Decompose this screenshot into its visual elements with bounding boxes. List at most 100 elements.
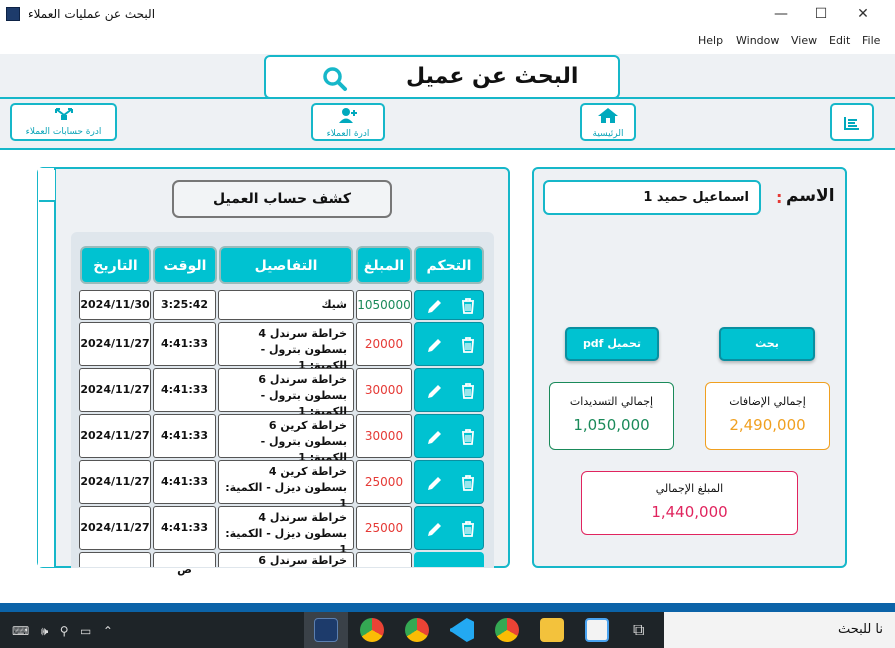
chrome-icon[interactable] <box>495 618 519 642</box>
cell-time <box>153 552 216 567</box>
menu-help[interactable]: Help <box>698 34 723 47</box>
cell-time: 4:41:33 ص <box>153 322 216 392</box>
arrows-icon <box>54 108 73 120</box>
total-label: المبلغ الإجمالي <box>655 482 724 495</box>
cell-details: خراطة سرندل 6 بسطون ديزل <box>218 552 354 567</box>
additions-value: 2,490,000 <box>729 416 806 434</box>
cell-amount <box>356 552 412 567</box>
store-icon[interactable] <box>585 618 609 642</box>
cell-details: شيك <box>218 290 354 320</box>
cell-date: 2024/11/27 <box>79 506 151 550</box>
row-actions <box>414 414 484 458</box>
header-date: التاريخ <box>80 246 151 284</box>
cell-details: خراطة كرين 4 بسطون ديزل - الكمية: 1 <box>218 460 354 510</box>
edit-icon[interactable] <box>426 297 444 315</box>
nav-accounts-admin-label: ادرة حسابات العملاء <box>25 127 102 137</box>
close-button[interactable]: ✕ <box>851 4 875 24</box>
network-icon[interactable]: ⚲ <box>60 624 69 638</box>
cell-time: 3:25:42 ص <box>153 290 216 339</box>
header-time: الوقت <box>153 246 217 284</box>
row-actions <box>414 506 484 550</box>
list-icon <box>844 117 859 130</box>
cell-time: 4:41:33 ص <box>153 414 216 484</box>
nav-menu-button[interactable] <box>830 103 874 141</box>
cell-amount: 20000 <box>356 322 412 366</box>
battery-icon[interactable]: ▭ <box>80 624 91 638</box>
window-title: البحث عن عمليات العملاء <box>28 7 156 21</box>
edit-icon[interactable] <box>426 382 444 400</box>
app-taskbar-icon[interactable] <box>314 618 338 642</box>
nav-home[interactable]: الرئيسية <box>580 103 636 141</box>
delete-icon[interactable] <box>460 336 476 354</box>
row-actions <box>414 460 484 504</box>
additions-label: إجمالي الإضافات <box>729 395 806 408</box>
menu-edit[interactable]: Edit <box>829 34 850 47</box>
side-scrollbar-thumb[interactable] <box>39 170 55 202</box>
table-row-partial: خراطة سرندل 6 بسطون ديزل <box>71 552 494 567</box>
cell-amount: 30000 <box>356 414 412 458</box>
row-actions <box>414 368 484 412</box>
cell-date: 2024/11/27 <box>79 322 151 366</box>
taskbar-search[interactable]: نا للبحث <box>664 612 895 648</box>
cell-details: خراطة سرندل 6 بسطون بترول - الكمية: 1 <box>218 368 354 418</box>
chrome-profile-icon[interactable] <box>405 618 429 642</box>
cell-date: 2024/11/27 <box>79 460 151 504</box>
volume-icon[interactable]: 🕪 <box>41 624 49 638</box>
keyboard-icon[interactable]: ⌨ <box>12 624 29 638</box>
add-user-icon <box>339 108 357 123</box>
cell-date: 2024/11/27 <box>79 368 151 412</box>
task-view-icon[interactable]: ⧉ <box>633 620 644 640</box>
cell-date: 2024/11/27 <box>79 414 151 458</box>
search-icon <box>322 66 348 96</box>
edit-icon[interactable] <box>426 428 444 446</box>
name-colon: : <box>776 188 783 207</box>
background-window-strip <box>0 603 895 612</box>
file-explorer-icon[interactable] <box>540 618 564 642</box>
cell-date: 2024/11/30 <box>79 290 151 320</box>
header-details: التفاصيل <box>219 246 353 284</box>
cell-details: خراطة سرندل 4 بسطون بترول - الكمية: 1 <box>218 322 354 372</box>
edit-icon[interactable] <box>426 336 444 354</box>
cell-time: 4:41:33 ص <box>153 368 216 438</box>
delete-icon[interactable] <box>460 474 476 492</box>
delete-icon[interactable] <box>460 382 476 400</box>
cell-amount: 30000 <box>356 368 412 412</box>
delete-icon[interactable] <box>460 297 476 315</box>
name-label: الاسم <box>786 186 835 206</box>
minimize-button[interactable]: — <box>769 4 793 24</box>
app-icon <box>6 7 20 21</box>
header-amount: المبلغ <box>356 246 412 284</box>
row-actions <box>414 322 484 366</box>
menu-window[interactable]: Window <box>736 34 779 47</box>
total-card: المبلغ الإجمالي 1,440,000 <box>581 471 798 535</box>
nav-customers-admin[interactable]: ادرة العملاء <box>311 103 385 141</box>
cell-amount: 25000 <box>356 460 412 504</box>
nav-accounts-admin[interactable]: ادرة حسابات العملاء <box>10 103 117 141</box>
nav-home-label: الرئيسية <box>592 129 624 139</box>
cell-details: خراطة سرندل 4 بسطون ديزل - الكمية: 1 <box>218 506 354 556</box>
edit-icon[interactable] <box>426 474 444 492</box>
menu-file[interactable]: File <box>862 34 880 47</box>
side-scrollbar[interactable] <box>38 168 56 567</box>
cell-details: خراطة كرين 6 بسطون بترول - الكمية: 1 <box>218 414 354 464</box>
cell-time: 4:41:33 ص <box>153 460 216 530</box>
maximize-button[interactable]: ☐ <box>809 4 833 24</box>
delete-icon[interactable] <box>460 520 476 538</box>
chrome-profile-icon[interactable] <box>360 618 384 642</box>
menu-view[interactable]: View <box>791 34 817 47</box>
row-actions <box>414 552 484 567</box>
payments-value: 1,050,000 <box>573 416 650 434</box>
chevron-up-icon[interactable]: ⌃ <box>103 624 113 638</box>
delete-icon[interactable] <box>460 428 476 446</box>
system-tray-icons: ⌨ 🕪 ⚲ ▭ ⌃ <box>12 624 113 639</box>
search-button[interactable]: بحث <box>719 327 815 361</box>
customer-statement-button[interactable]: كشف حساب العميل <box>172 180 392 218</box>
name-field[interactable] <box>543 180 761 215</box>
download-pdf-button[interactable]: تحميل pdf <box>565 327 659 361</box>
payments-card: إجمالي التسديدات 1,050,000 <box>549 382 674 450</box>
payments-label: إجمالي التسديدات <box>569 395 654 408</box>
cell-amount: 1050000 <box>356 290 412 320</box>
nav-customers-admin-label: ادرة العملاء <box>326 129 370 139</box>
edit-icon[interactable] <box>426 520 444 538</box>
page-title: البحث عن عميل <box>406 64 579 89</box>
